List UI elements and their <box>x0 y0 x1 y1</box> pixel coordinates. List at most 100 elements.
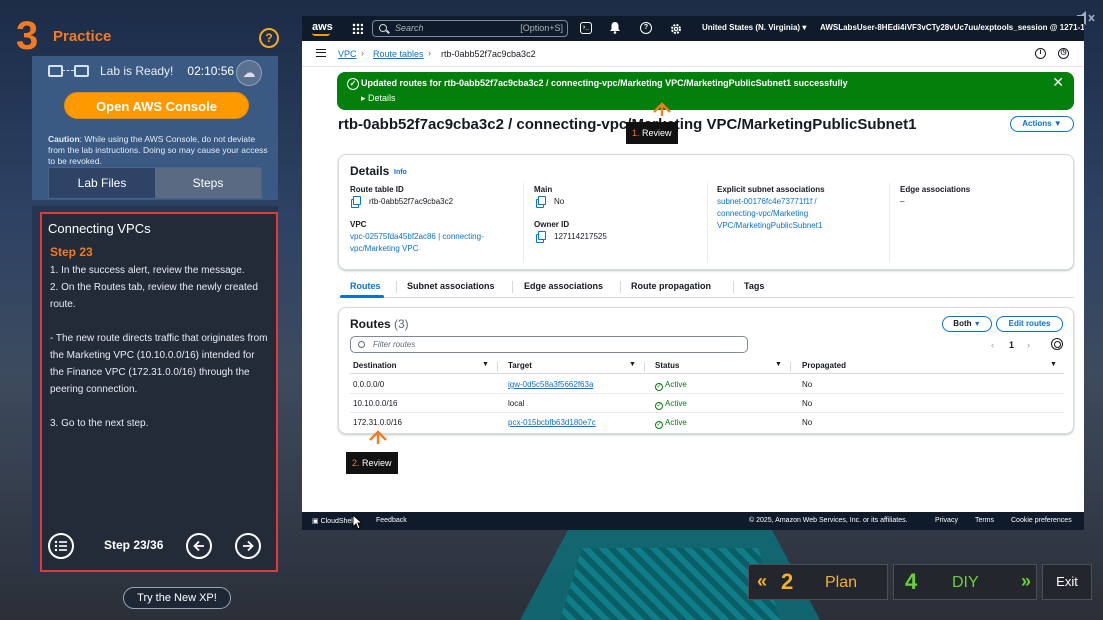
tab-edge-associations[interactable]: Edge associations <box>524 281 603 291</box>
copy-icon[interactable] <box>536 231 546 243</box>
route-table-id-value: rtb-0abb52f7ac9cba3c2 <box>369 197 454 206</box>
services-grid-icon[interactable] <box>352 23 363 34</box>
explicit-subnet-label: Explicit subnet associations <box>717 185 825 194</box>
copy-icon[interactable] <box>536 196 546 208</box>
exit-button[interactable]: Exit <box>1042 564 1092 600</box>
mouse-cursor-icon <box>352 514 362 530</box>
alert-details-toggle[interactable]: ▸ Details <box>361 93 396 104</box>
lab-tab-bar: Lab Files Steps <box>48 167 262 199</box>
edit-routes-button[interactable]: Edit routes <box>996 316 1063 332</box>
route-status: ✓ Active <box>655 380 687 391</box>
breadcrumb-route-tables[interactable]: Route tables <box>373 49 424 59</box>
tab-subnet-associations[interactable]: Subnet associations <box>407 281 495 291</box>
vpc-link[interactable]: vpc-02575fda45bf2ac86 | connecting-vpc/M… <box>350 231 510 255</box>
settings-gear-icon[interactable] <box>670 22 682 40</box>
bell-icon[interactable] <box>609 21 621 39</box>
aws-logo[interactable]: aws <box>312 21 333 36</box>
steps-title: Connecting VPCs <box>48 221 151 236</box>
breadcrumb-vpc[interactable]: VPC <box>338 49 357 59</box>
column-separator <box>644 362 645 372</box>
close-icon[interactable]: ✕ <box>1052 74 1064 91</box>
info-icon[interactable]: i <box>1035 48 1046 59</box>
try-new-xp-button[interactable]: Try the New XP! <box>123 587 231 609</box>
clock-icon[interactable]: ◷ <box>1058 48 1069 59</box>
cloudshell-icon[interactable]: ›_ <box>580 22 592 34</box>
tab-route-propagation[interactable]: Route propagation <box>631 281 711 291</box>
tab-lab-files[interactable]: Lab Files <box>49 168 155 198</box>
routes-filter-dropdown[interactable]: Both ▼ <box>942 316 992 332</box>
col-destination[interactable]: Destination <box>353 361 397 370</box>
col-propagated[interactable]: Propagated <box>802 361 846 370</box>
edge-associations-label: Edge associations <box>900 185 971 194</box>
diy-button[interactable]: 4 DIY » <box>893 564 1037 600</box>
previous-step-button[interactable] <box>186 533 212 559</box>
table-row: 0.0.0.0/0 igw-0d5c58a3f5662f63a ✓ Active … <box>350 375 1064 394</box>
filter-placeholder: Filter routes <box>373 340 416 349</box>
column-divider <box>707 183 708 263</box>
tab-steps[interactable]: Steps <box>155 168 261 198</box>
plan-button[interactable]: « 2 Plan <box>748 564 888 600</box>
col-target[interactable]: Target <box>508 361 532 370</box>
step-list-button[interactable] <box>48 533 74 559</box>
route-target-link[interactable]: igw-0d5c58a3f5662f63a <box>508 380 593 389</box>
cloud-download-icon[interactable]: ☁ <box>236 60 262 86</box>
sort-icon[interactable]: ▼ <box>482 361 489 368</box>
step-counter: Step 23/36 <box>104 538 164 552</box>
practice-number: 3 <box>16 14 39 58</box>
arrow-up-icon <box>653 102 671 116</box>
menu-icon[interactable] <box>316 49 326 57</box>
col-status[interactable]: Status <box>655 361 679 370</box>
step-number: Step 23 <box>50 245 93 259</box>
actions-button[interactable]: Actions ▼ <box>1010 116 1074 132</box>
filter-routes-input[interactable]: Filter routes <box>350 336 748 353</box>
console-footer: ▣ CloudShell Feedback © 2025, Amazon Web… <box>302 512 1084 530</box>
cloudshell-link[interactable]: ▣ CloudShell <box>312 517 354 525</box>
owner-id-value: 127114217525 <box>554 232 607 241</box>
privacy-link[interactable]: Privacy <box>935 517 958 524</box>
prev-page-icon[interactable]: ‹ <box>991 340 994 350</box>
sort-icon[interactable]: ▼ <box>1050 361 1057 368</box>
lab-status-row: Lab is Ready! 02:10:56 <box>48 64 234 78</box>
route-status: ✓ Active <box>655 399 687 410</box>
console-breadcrumb-bar: VPC › Route tables › rtb-0abb52f7ac9cba3… <box>302 41 1084 67</box>
page-number[interactable]: 1 <box>1009 340 1014 350</box>
plan-number: 2 <box>781 569 794 594</box>
column-divider <box>889 183 890 263</box>
edge-associations-value: – <box>900 197 905 206</box>
caution-text: Caution: While using the AWS Console, do… <box>48 134 268 166</box>
copy-icon[interactable] <box>351 196 361 208</box>
column-separator <box>790 362 791 372</box>
table-settings-icon[interactable] <box>1051 338 1063 350</box>
route-table-tabs: Routes Subnet associations Edge associat… <box>338 278 1074 298</box>
route-propagated: No <box>802 418 813 427</box>
open-aws-console-button[interactable]: Open AWS Console <box>64 92 249 119</box>
route-target-link[interactable]: pcx-015bcbfb63d180e7c <box>508 418 596 427</box>
region-selector[interactable]: United States (N. Virginia) ▾ <box>702 23 806 32</box>
cookie-preferences-link[interactable]: Cookie preferences <box>1011 517 1072 524</box>
column-divider <box>523 183 524 263</box>
help-button[interactable]: ? <box>259 28 279 48</box>
tab-tags[interactable]: Tags <box>744 281 764 291</box>
info-link[interactable]: Info <box>394 169 407 176</box>
search-placeholder: Search <box>395 23 424 33</box>
explicit-subnet-link[interactable]: subnet-00176fc4e73771f1f / connecting-vp… <box>717 196 845 232</box>
console-top-nav: aws Search [Option+S] ›_ ? United States… <box>302 16 1084 41</box>
console-search-input[interactable]: Search [Option+S] <box>372 20 568 37</box>
vpc-label: VPC <box>350 220 367 229</box>
sort-icon[interactable]: ▼ <box>775 361 782 368</box>
account-menu[interactable]: AWSLabsUser-8HEdi4iVF3vCTy28vUc7uu/expto… <box>820 23 1084 32</box>
feedback-link[interactable]: Feedback <box>376 517 407 524</box>
next-step-button[interactable] <box>235 533 261 559</box>
sort-icon[interactable]: ▼ <box>629 361 636 368</box>
double-chevron-right-icon: » <box>1020 571 1031 591</box>
tab-separator <box>396 281 397 293</box>
next-page-icon[interactable]: › <box>1027 340 1030 350</box>
help-circle-icon[interactable]: ? <box>640 22 652 34</box>
lab-timer: 02:10:56 <box>187 64 235 78</box>
arrow-right-icon <box>243 540 254 552</box>
tab-routes[interactable]: Routes <box>350 281 381 291</box>
status-ok-icon: ✓ <box>655 402 663 410</box>
terms-link[interactable]: Terms <box>975 517 994 524</box>
double-chevron-left-icon: « <box>757 571 767 591</box>
route-target: local <box>508 399 525 408</box>
